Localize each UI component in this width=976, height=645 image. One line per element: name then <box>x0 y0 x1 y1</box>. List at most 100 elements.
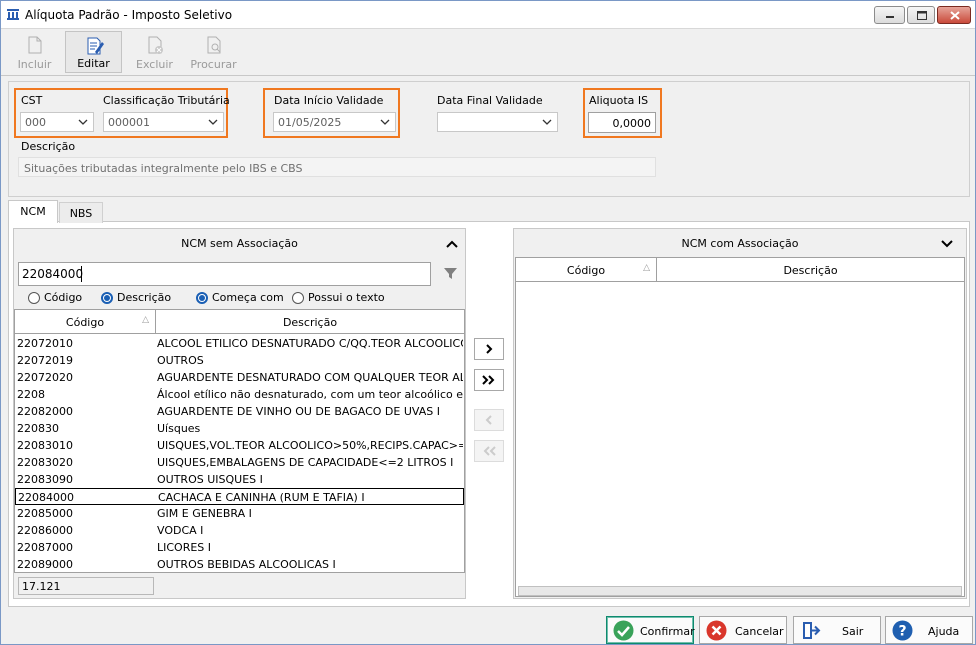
maximize-button[interactable] <box>907 6 935 24</box>
help-icon: ? <box>892 620 913 641</box>
col-descricao-header[interactable]: Descrição <box>156 310 464 334</box>
text-cursor <box>81 266 82 282</box>
classificacao-label: Classificação Tributária <box>103 94 230 107</box>
data-final-picker[interactable] <box>437 112 558 132</box>
new-document-icon <box>28 36 42 54</box>
chevron-down-icon[interactable] <box>940 239 954 249</box>
cell-descricao: ALCOOL ETILICO DESNATURADO C/QQ.TEOR ALC… <box>157 337 463 350</box>
cst-combo[interactable]: 000 <box>20 112 94 132</box>
svg-text:?: ? <box>898 624 906 640</box>
title-bar: Alíquota Padrão - Imposto Seletivo <box>1 1 975 29</box>
data-inicio-picker[interactable]: 01/05/2025 <box>273 112 396 132</box>
cell-codigo: 22083090 <box>17 473 73 486</box>
ajuda-button[interactable]: ? Ajuda <box>885 616 973 644</box>
table-row[interactable]: 22086000 VODCA I <box>15 522 464 539</box>
cancelar-button[interactable]: Cancelar <box>699 616 787 644</box>
check-icon <box>613 620 634 641</box>
horizontal-scrollbar[interactable] <box>518 586 962 596</box>
sair-button[interactable]: Sair <box>793 616 881 644</box>
window-title: Alíquota Padrão - Imposto Seletivo <box>25 8 233 22</box>
chevron-down-icon <box>78 119 88 125</box>
cell-descricao: Uísques <box>157 422 201 435</box>
excluir-button[interactable]: Excluir <box>126 31 183 73</box>
table-row[interactable]: 2208 Álcool etílico não desnaturado, com … <box>15 386 464 403</box>
move-all-right-button[interactable] <box>474 369 504 391</box>
chevron-down-icon <box>542 119 552 125</box>
left-panel-title: NCM sem Associação <box>181 237 298 250</box>
table-row[interactable]: 22083010 UISQUES,VOL.TEOR ALCOOLICO>50%,R… <box>15 437 464 454</box>
grid-header: Código △ Descrição <box>15 310 464 334</box>
cst-label: CST <box>21 94 43 107</box>
tab-ncm[interactable]: NCM <box>8 200 58 223</box>
cell-descricao: GIM E GENEBRA I <box>157 507 252 520</box>
chevron-down-icon <box>208 119 218 125</box>
table-row[interactable]: 22089000 OUTROS BEBIDAS ALCOOLICAS I <box>15 556 464 573</box>
tab-nbs[interactable]: NBS <box>59 202 103 223</box>
cell-descricao: CACHACA E CANINHA (RUM E TAFIA) I <box>158 491 365 504</box>
cell-codigo: 220830 <box>17 422 59 435</box>
sort-asc-icon: △ <box>643 263 650 273</box>
move-one-left-button[interactable] <box>474 409 504 431</box>
chevron-down-icon <box>380 119 390 125</box>
right-panel-title: NCM com Associação <box>681 237 799 250</box>
minimize-button[interactable] <box>874 6 905 24</box>
table-row[interactable]: 22085000 GIM E GENEBRA I <box>15 505 464 522</box>
col-descricao-header[interactable]: Descrição <box>657 258 964 282</box>
chevron-left-icon <box>485 415 492 425</box>
cell-codigo: 22072010 <box>17 337 73 350</box>
ncm-com-associacao-grid: Código △ Descrição <box>515 257 965 597</box>
incluir-button[interactable]: Incluir <box>6 31 63 73</box>
table-row[interactable]: 220830 Uísques <box>15 420 464 437</box>
maximize-icon <box>917 11 927 20</box>
table-row[interactable]: 22087000 LICORES I <box>15 539 464 556</box>
edit-document-icon <box>87 37 104 55</box>
move-one-right-button[interactable] <box>474 338 504 360</box>
toolbar: Incluir Editar Excluir Procurar <box>1 29 975 76</box>
table-row[interactable]: 22082000 AGUARDENTE DE VINHO OU DE BAGACO… <box>15 403 464 420</box>
col-codigo-header[interactable]: Código △ <box>516 258 657 282</box>
col-codigo-header[interactable]: Código △ <box>15 310 156 334</box>
cell-descricao: UISQUES,EMBALAGENS DE CAPACIDADE<=2 LITR… <box>157 456 454 469</box>
cell-descricao: LICORES I <box>157 541 212 554</box>
cell-codigo: 22072019 <box>17 354 73 367</box>
exit-icon <box>803 622 821 639</box>
cell-descricao: VODCA I <box>157 524 204 537</box>
ncm-search-input[interactable]: 22084000 <box>18 262 431 286</box>
descricao-field[interactable]: Situações tributadas integralmente pelo … <box>18 157 656 177</box>
cancel-icon <box>706 620 727 641</box>
chevron-up-icon[interactable] <box>445 239 459 249</box>
table-row[interactable]: 22083020 UISQUES,EMBALAGENS DE CAPACIDADE… <box>15 454 464 471</box>
cell-descricao: OUTROS UISQUES I <box>157 473 263 486</box>
double-chevron-right-icon <box>482 375 495 385</box>
table-row[interactable]: 22072020 AGUARDENTE DESNATURADO COM QUALQ… <box>15 369 464 386</box>
table-row[interactable]: 22083090 OUTROS UISQUES I <box>15 471 464 488</box>
bank-icon <box>7 9 19 20</box>
record-count: 17.121 <box>18 577 154 595</box>
ncm-sem-associacao-grid: Código △ Descrição 22072010 ALCOOL ETILIC… <box>14 309 465 573</box>
cell-codigo: 22087000 <box>17 541 73 554</box>
move-all-left-button[interactable] <box>474 440 504 462</box>
editar-button[interactable]: Editar <box>65 31 122 73</box>
cell-descricao: Álcool etílico não desnaturado, com um t… <box>157 388 463 401</box>
classificacao-combo[interactable]: 000001 <box>103 112 224 132</box>
table-row[interactable]: 22084000 CACHACA E CANINHA (RUM E TAFIA) … <box>15 488 464 505</box>
table-row[interactable]: 22072019 OUTROS <box>15 352 464 369</box>
aliquota-label: Aliquota IS <box>589 94 649 107</box>
cell-descricao: UISQUES,VOL.TEOR ALCOOLICO>50%,RECIPS.CA… <box>157 439 463 452</box>
delete-document-icon <box>148 36 163 54</box>
cell-codigo: 22082000 <box>17 405 73 418</box>
confirmar-button[interactable]: Confirmar <box>606 616 695 644</box>
filter-icon[interactable] <box>443 266 458 281</box>
cell-codigo: 22089000 <box>17 558 73 571</box>
cell-codigo: 22083020 <box>17 456 73 469</box>
cell-codigo: 22072020 <box>17 371 73 384</box>
procurar-button[interactable]: Procurar <box>185 31 242 73</box>
cell-descricao: AGUARDENTE DE VINHO OU DE BAGACO DE UVAS… <box>157 405 440 418</box>
chevron-right-icon <box>486 344 493 354</box>
close-button[interactable] <box>937 6 971 24</box>
cell-descricao: OUTROS BEBIDAS ALCOOLICAS I <box>157 558 336 571</box>
aliquota-input[interactable]: 0,0000 <box>588 112 656 133</box>
search-document-icon <box>207 36 221 54</box>
cell-descricao: AGUARDENTE DESNATURADO COM QUALQUER TEOR… <box>157 371 463 384</box>
table-row[interactable]: 22072010 ALCOOL ETILICO DESNATURADO C/QQ.… <box>15 335 464 352</box>
